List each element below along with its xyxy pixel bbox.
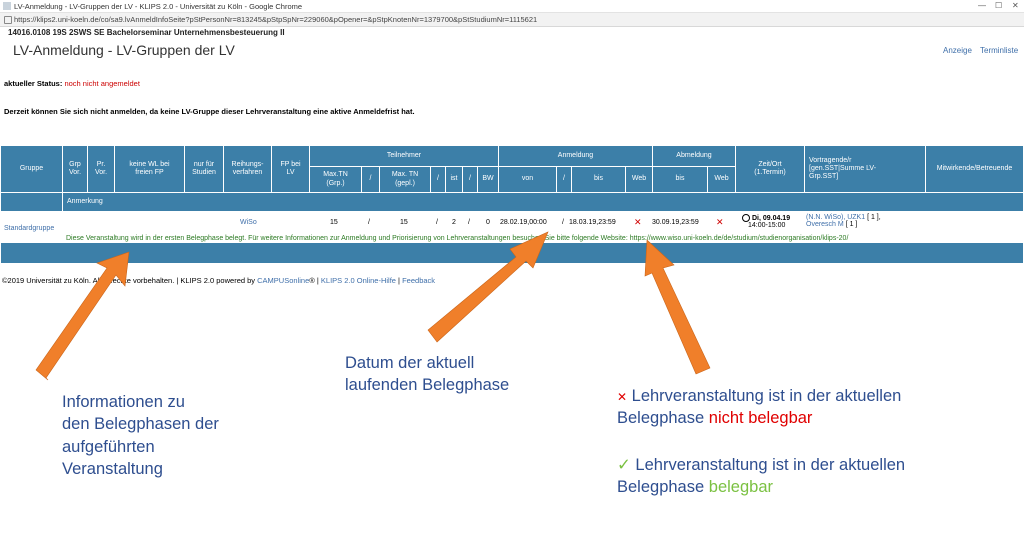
annotation-datum: Datum der aktuell laufenden Belegphase	[345, 354, 510, 395]
check-icon: ✓	[617, 456, 631, 474]
arrow-left	[35, 251, 130, 381]
arrow-right	[644, 239, 711, 375]
annotation-info: Informationen zu den Belegphasen der auf…	[62, 393, 219, 478]
annotation-not-bookable: ✕ Lehrveranstaltung ist in der aktuellen…	[617, 387, 902, 428]
annotation-bookable: ✓ Lehrveranstaltung ist in der aktuellen…	[617, 456, 906, 497]
x-icon: ✕	[617, 390, 628, 404]
arrow-middle	[427, 231, 549, 343]
